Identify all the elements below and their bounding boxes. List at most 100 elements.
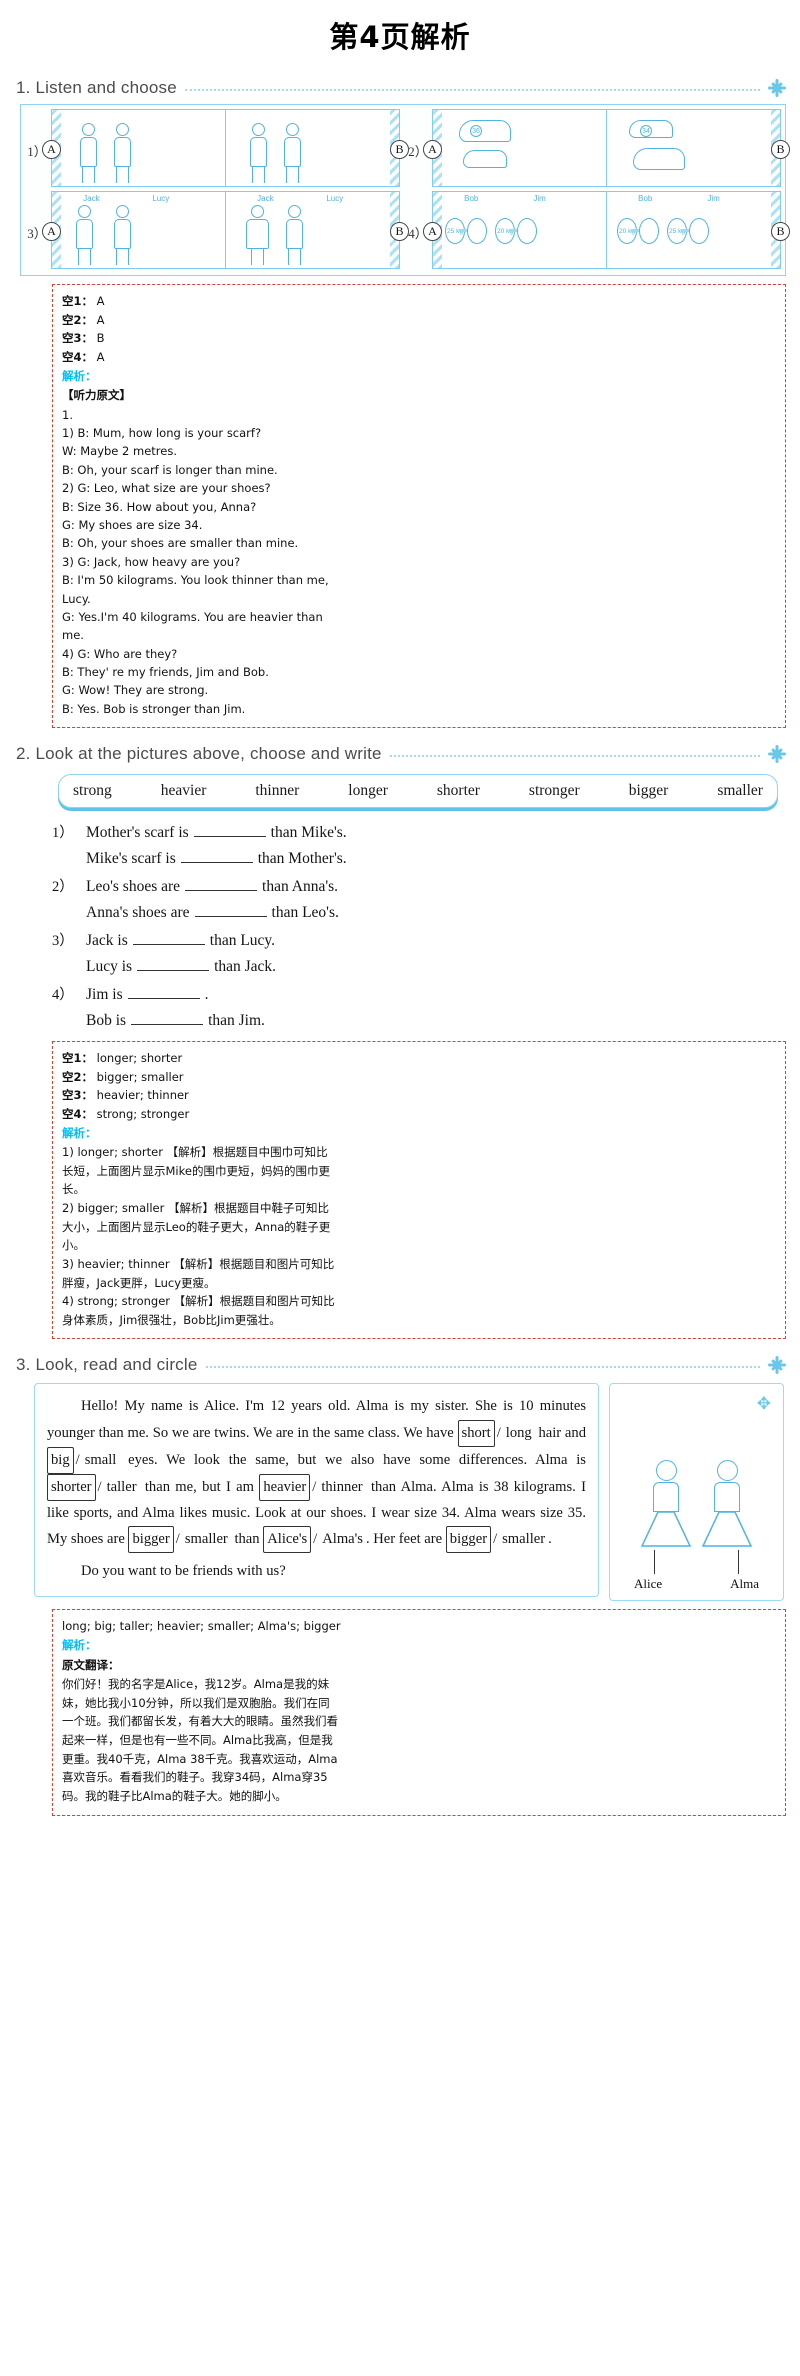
picture-pair: A B Jack Lucy Jack Lucy xyxy=(42,191,409,269)
answer-row: 空3： B xyxy=(62,329,776,348)
sparkle-icon xyxy=(768,1356,786,1374)
passage-text: eyes. We look the same, but we also have… xyxy=(119,1451,586,1468)
answer-value: bigger; smaller xyxy=(96,1069,184,1084)
choice-option-a[interactable]: big xyxy=(47,1446,74,1474)
word-bank-item[interactable]: heavier xyxy=(161,782,207,800)
caption-leader-line xyxy=(654,1550,655,1575)
figure-name-label: Bob xyxy=(638,194,653,203)
answer-blank[interactable] xyxy=(137,957,210,971)
section-title-ex2: 2. Look at the pictures above, choose an… xyxy=(16,744,382,764)
figure-lucy xyxy=(114,205,131,265)
option-badge-b[interactable]: B xyxy=(771,140,790,159)
transcript-line: G: Yes.I'm 40 kilograms. You are heavier… xyxy=(62,609,323,624)
question-item: 3） Jack is than Lucy. · Lucy is than Jac… xyxy=(52,928,780,979)
translation-line: 码。我的鞋子比Alma的鞋子大。她的脚小。 xyxy=(62,1788,287,1803)
figure-jack-heavy xyxy=(246,205,269,265)
word-bank-item[interactable]: bigger xyxy=(629,782,669,800)
answer-row: 空1： longer; shorter xyxy=(62,1049,776,1068)
answer-row: 空4： A xyxy=(62,348,776,367)
answer-blank[interactable] xyxy=(194,903,267,917)
choice-option-b[interactable]: small xyxy=(82,1448,120,1473)
option-badge-b[interactable]: B xyxy=(390,140,409,159)
picture-option-b[interactable]: 34 xyxy=(607,110,780,186)
circle-choice[interactable]: heavier / thinner xyxy=(259,1473,365,1501)
answer-blank[interactable] xyxy=(127,985,200,1000)
translation-line: 更重。我40千克，Alma 38千克。我喜欢运动，Alma xyxy=(62,1751,338,1766)
choice-option-b[interactable]: smaller xyxy=(499,1527,548,1552)
answer-blank[interactable] xyxy=(132,931,205,946)
question-text-pre: Bob is xyxy=(86,1011,127,1029)
choice-option-b[interactable]: taller xyxy=(104,1475,140,1500)
option-badge-a[interactable]: A xyxy=(42,140,61,159)
picture-option-a[interactable]: Jack Lucy xyxy=(52,192,226,268)
dumbbell-plate xyxy=(467,218,487,244)
figure-mike xyxy=(114,123,131,183)
picture-option-b[interactable]: Jack Lucy xyxy=(226,192,399,268)
answer-blank[interactable] xyxy=(185,877,258,892)
question-line: 4） Jim is . xyxy=(52,982,780,1007)
choice-option-b[interactable]: thinner xyxy=(318,1475,365,1500)
choice-slash: / xyxy=(493,1530,498,1547)
choice-option-a[interactable]: bigger xyxy=(128,1525,174,1553)
choice-option-a[interactable]: short xyxy=(457,1419,495,1447)
reading-illustration: ✥ Alice Alma xyxy=(609,1383,784,1602)
answer-blank[interactable] xyxy=(131,1011,204,1025)
picture-option-a[interactable]: Bob Jim 25 kg 20 kg xyxy=(433,192,607,268)
section-heading-ex3: 3. Look, read and circle xyxy=(0,1355,800,1375)
answer-row: 空2： A xyxy=(62,311,776,330)
option-badge-a[interactable]: A xyxy=(42,222,61,241)
picture-option-b[interactable]: Bob Jim 20 kg 25 kg xyxy=(607,192,780,268)
answer-key: 空4： xyxy=(62,1106,94,1121)
heading-dotted-rule xyxy=(184,89,760,91)
circle-choice[interactable]: shorter / taller xyxy=(47,1473,140,1501)
option-badge-a[interactable]: A xyxy=(423,140,442,159)
choice-option-b[interactable]: smaller xyxy=(182,1527,231,1552)
question-text-pre: Jack is xyxy=(86,932,128,950)
choice-option-a[interactable]: shorter xyxy=(47,1473,96,1501)
choice-option-a[interactable]: bigger xyxy=(445,1525,492,1553)
dumbbell-plate xyxy=(689,218,709,244)
translation-line: 你们好！我的名字是Alice，我12岁。Alma是我的妹 xyxy=(62,1677,330,1692)
circle-choice[interactable]: short / long xyxy=(457,1419,535,1447)
word-bank-item[interactable]: longer xyxy=(348,782,388,800)
answer-blank[interactable] xyxy=(180,849,253,863)
figure-mother-short-scarf xyxy=(250,123,267,183)
choice-option-b[interactable]: long xyxy=(503,1421,535,1446)
picture-option-a[interactable] xyxy=(52,110,226,186)
transcript-line: B: Size 36. How about you, Anna? xyxy=(62,499,257,514)
dumbbell-icon: 25 kg xyxy=(445,218,487,244)
dumbbell-icon: 20 kg xyxy=(617,218,659,244)
question-text-pre: Leo's shoes are xyxy=(86,878,181,896)
option-badge-b[interactable]: B xyxy=(771,222,790,241)
choice-option-a[interactable]: heavier xyxy=(259,1473,311,1501)
transcript-heading: 【听力原文】 xyxy=(62,388,131,403)
transcript-line: W: Maybe 2 metres. xyxy=(62,444,177,459)
word-bank-item[interactable]: shorter xyxy=(437,782,480,800)
picture-pair: A B xyxy=(42,109,409,187)
circle-choice[interactable]: big / small xyxy=(47,1446,120,1474)
circle-choice[interactable]: bigger / smaller xyxy=(128,1525,231,1553)
circle-choice[interactable]: Alice's / Alma's xyxy=(263,1525,366,1553)
word-bank-item[interactable]: strong xyxy=(73,782,112,800)
transcript-line: B: They' re my friends, Jim and Bob. xyxy=(62,665,269,680)
answer-row: 空3： heavier; thinner xyxy=(62,1086,776,1105)
circle-choice[interactable]: bigger / smaller xyxy=(445,1525,548,1553)
question-text-post: than Mike's. xyxy=(270,824,347,842)
word-bank-item[interactable]: thinner xyxy=(255,782,299,800)
shoe-big-icon: 36 xyxy=(459,120,511,142)
choice-option-a[interactable]: Alice's xyxy=(263,1525,312,1553)
sparkle-icon xyxy=(768,79,786,97)
answer-key: 空2： xyxy=(62,312,94,327)
picture-option-b[interactable] xyxy=(226,110,399,186)
option-badge-a[interactable]: A xyxy=(423,222,442,241)
shoe-small-icon: 34 xyxy=(629,120,673,138)
transcript-line: Lucy. xyxy=(62,591,91,606)
option-badge-b[interactable]: B xyxy=(390,222,409,241)
word-bank-item[interactable]: stronger xyxy=(529,782,580,800)
answer-blank[interactable] xyxy=(193,823,266,838)
question-line: · Lucy is than Jack. xyxy=(52,954,780,979)
picture-option-a[interactable]: 36 xyxy=(433,110,607,186)
shoe-big-icon xyxy=(633,148,685,170)
choice-option-b[interactable]: Alma's xyxy=(319,1527,366,1552)
word-bank-item[interactable]: smaller xyxy=(717,782,763,800)
